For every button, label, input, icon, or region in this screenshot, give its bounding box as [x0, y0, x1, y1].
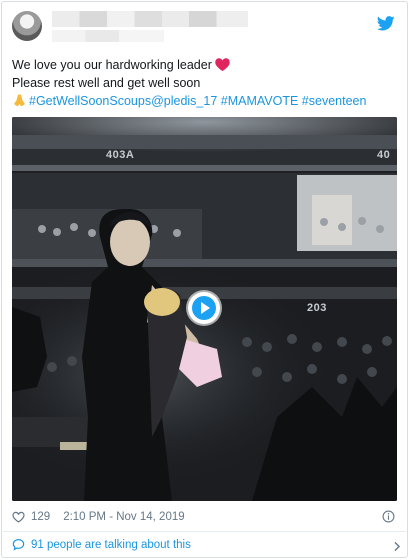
speech-bubble-icon	[12, 539, 25, 551]
redacted-handle	[52, 30, 164, 42]
talking-text[interactable]: 91 people are talking about this	[31, 539, 191, 551]
section-sign-203: 203	[307, 302, 327, 314]
folded-hands-emoji	[14, 94, 25, 107]
redacted-username	[52, 11, 248, 27]
avatar[interactable]	[12, 11, 42, 41]
like-count[interactable]: 129	[31, 511, 50, 523]
red-heart-emoji	[215, 58, 230, 71]
section-sign-40: 40	[377, 149, 391, 161]
tweet-line-2: Please rest well and get well soon	[12, 76, 201, 90]
tweet-line-3: #GetWellSoonScoups@pledis_17 #MAMAVOTE #…	[12, 92, 392, 110]
tweet-meta: 129 2:10 PM - Nov 14, 2019	[12, 508, 397, 526]
mention-pledis[interactable]: @pledis_17	[151, 94, 217, 108]
like-heart-icon[interactable]	[12, 511, 25, 523]
play-button[interactable]	[188, 292, 220, 324]
twitter-bird-icon[interactable]	[377, 16, 395, 31]
tweet-line-1: We love you our hardworking leader	[12, 56, 392, 74]
talking-link[interactable]: 91 people are talking about this	[12, 538, 191, 551]
section-sign-403a: 403A	[106, 149, 135, 161]
hashtag-mamavote[interactable]: #MAMAVOTE	[217, 94, 299, 108]
play-icon	[192, 296, 216, 320]
video-player[interactable]: 403A 40 203	[12, 117, 397, 501]
info-icon[interactable]	[382, 510, 395, 523]
divider	[1, 531, 406, 532]
hashtag-seventeen[interactable]: #seventeen	[298, 94, 367, 108]
tweet-header	[12, 11, 397, 47]
timestamp[interactable]: 2:10 PM - Nov 14, 2019	[63, 511, 184, 523]
hashtag-getwellsoonscoups[interactable]: #GetWellSoonScoups	[29, 94, 151, 108]
tweet-text: We love you our hardworking leader Pleas…	[12, 56, 392, 110]
chevron-right-icon[interactable]	[393, 541, 401, 552]
